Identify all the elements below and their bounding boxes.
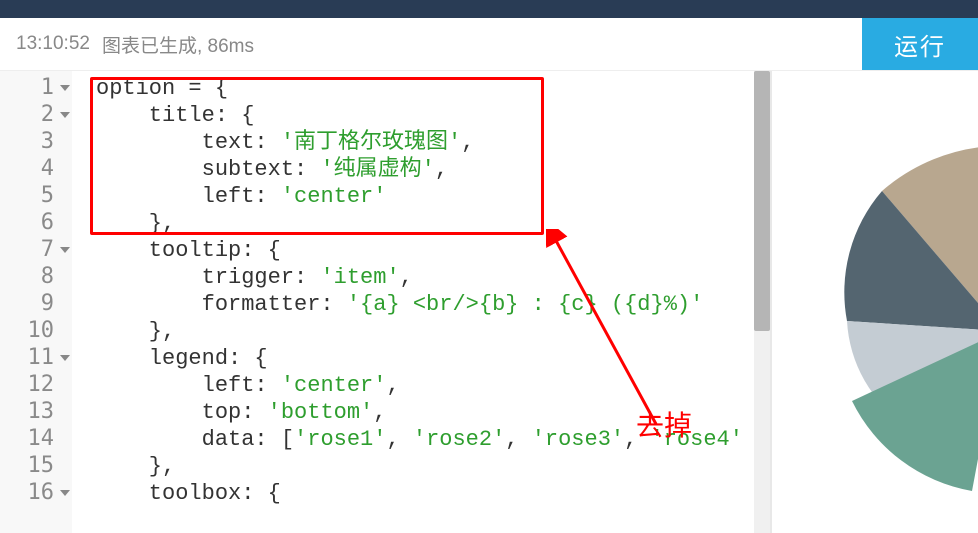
editor-content[interactable]: option = { title: { text: '南丁格尔玫瑰图', sub… (72, 71, 770, 533)
status-bar: 13:10:52 图表已生成, 86ms 运行 (0, 18, 978, 70)
annotation-label: 去掉 (636, 404, 692, 444)
status-time: 13:10:52 (16, 33, 90, 55)
line-number: 6 (0, 210, 54, 237)
line-number: 13 (0, 399, 54, 426)
line-number: 7 (0, 237, 54, 264)
line-number: 2 (0, 102, 54, 129)
line-number: 9 (0, 291, 54, 318)
editor-scrollbar-thumb[interactable] (754, 71, 770, 331)
window-titlebar (0, 0, 978, 18)
line-number: 3 (0, 129, 54, 156)
run-button[interactable]: 运行 (862, 18, 978, 70)
chart-preview (772, 71, 978, 533)
line-number: 1 (0, 75, 54, 102)
line-number: 12 (0, 372, 54, 399)
rose-chart-icon (772, 71, 978, 533)
editor-gutter: 12345678910111213141516 (0, 71, 72, 533)
line-number: 16 (0, 480, 54, 507)
code-editor[interactable]: 12345678910111213141516 option = { title… (0, 71, 770, 533)
status-message: 图表已生成, 86ms (102, 31, 254, 58)
run-button-label: 运行 (894, 27, 946, 62)
workspace: 12345678910111213141516 option = { title… (0, 70, 978, 533)
line-number: 5 (0, 183, 54, 210)
line-number: 11 (0, 345, 54, 372)
line-number: 14 (0, 426, 54, 453)
line-number: 10 (0, 318, 54, 345)
editor-scrollbar-track[interactable] (754, 71, 770, 533)
line-number: 8 (0, 264, 54, 291)
line-number: 15 (0, 453, 54, 480)
line-number: 4 (0, 156, 54, 183)
